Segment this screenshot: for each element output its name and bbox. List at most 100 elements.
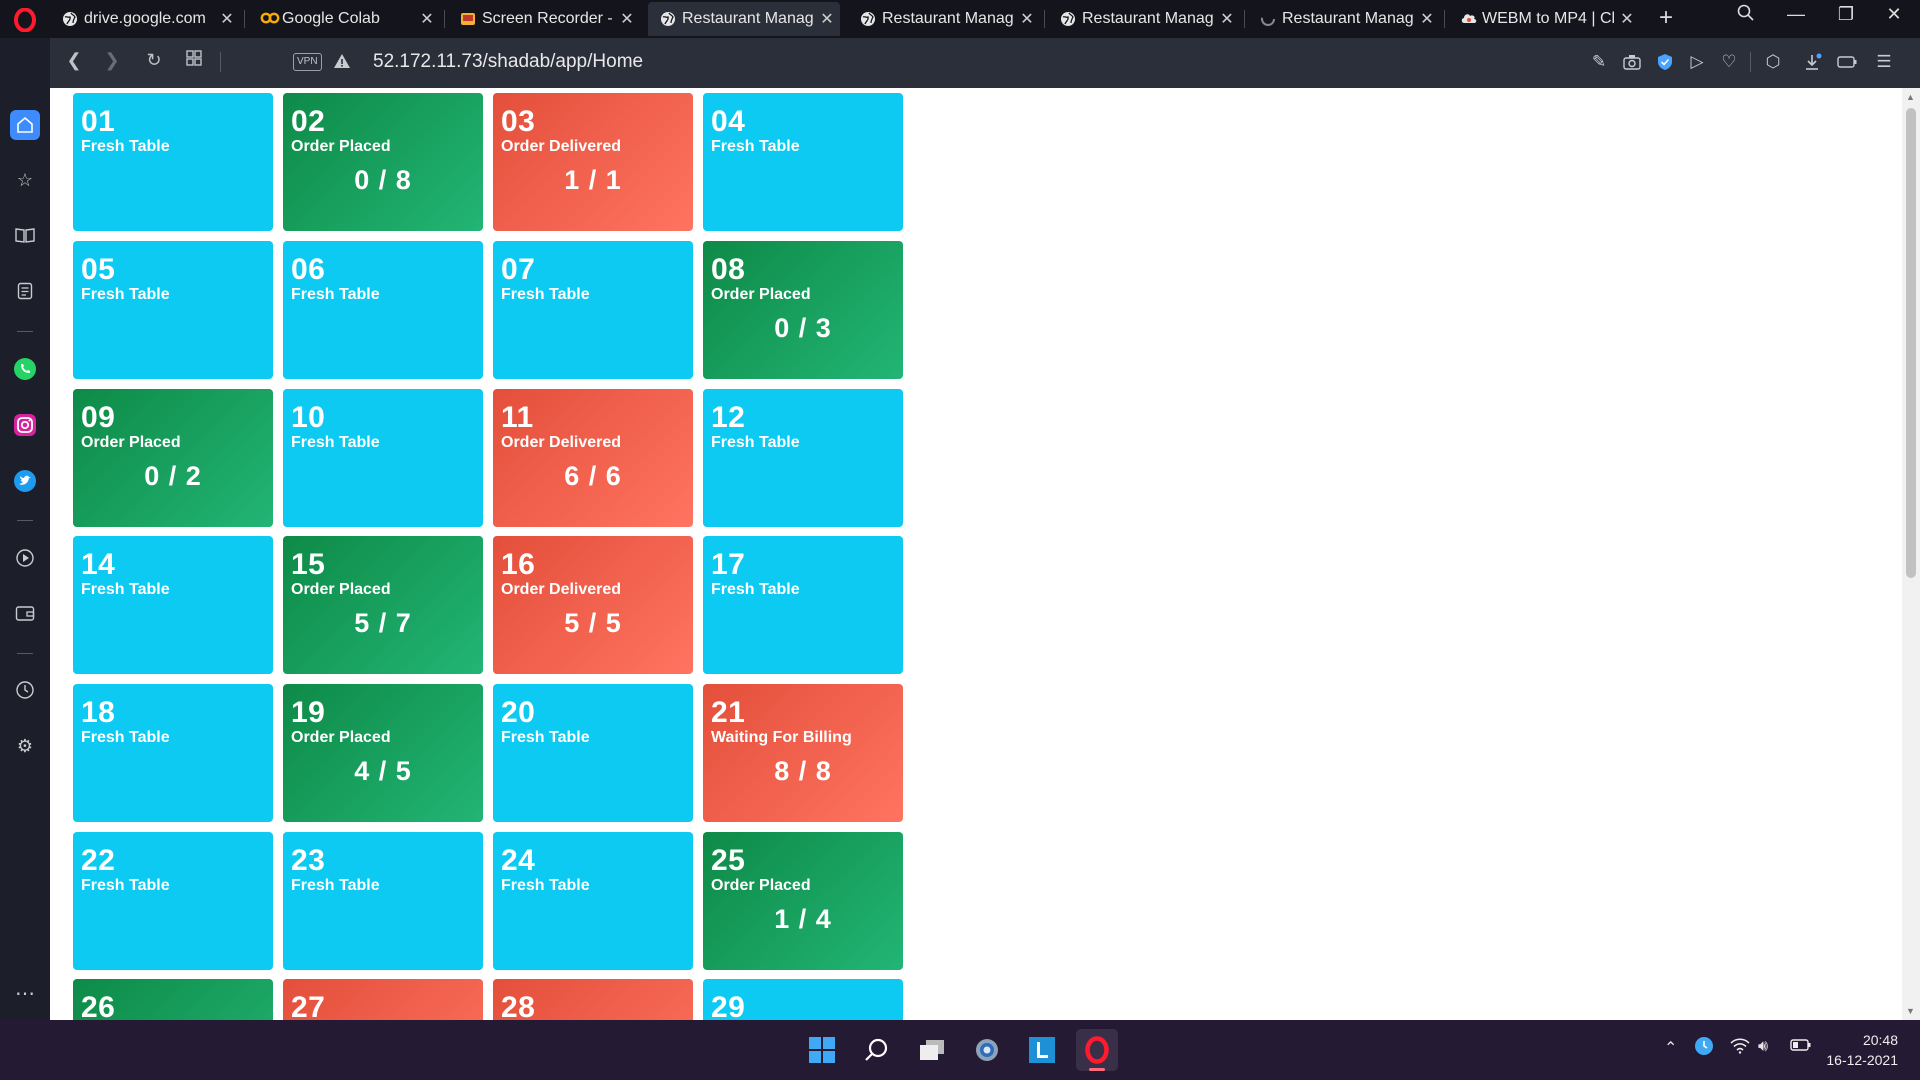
browser-tab[interactable]: Restaurant Manager ✕ (1048, 2, 1240, 36)
player-icon[interactable] (10, 543, 40, 573)
close-tab-icon[interactable]: ✕ (814, 9, 840, 29)
l-app-icon[interactable] (1021, 1029, 1063, 1071)
table-card[interactable]: 07 Fresh Table (493, 241, 693, 379)
table-number: 21 (711, 696, 746, 729)
history-clock-icon[interactable] (10, 675, 40, 705)
task-view-icon[interactable] (911, 1029, 953, 1071)
opera-logo-icon[interactable] (8, 6, 42, 34)
camera-icon[interactable] (1620, 50, 1644, 74)
table-card[interactable]: 17 Fresh Table (703, 536, 903, 674)
browser-tab[interactable]: Restaurant Manager ✕ (848, 2, 1040, 36)
browser-tab[interactable]: Restaurant Manager ✕ (1248, 2, 1440, 36)
table-card[interactable]: 10 Fresh Table (283, 389, 483, 527)
system-clock[interactable]: 20:48 16-12-2021 (1826, 1030, 1898, 1070)
more-options-icon[interactable]: ⋯ (10, 978, 40, 1008)
table-card[interactable]: 09 Order Placed 0 / 2 (73, 389, 273, 527)
browser-tab[interactable]: Google Colab ✕ (248, 2, 440, 36)
minimize-button[interactable]: ― (1776, 4, 1816, 25)
book-icon[interactable] (10, 220, 40, 250)
restore-button[interactable]: ❐ (1826, 4, 1866, 25)
table-card[interactable]: 03 Order Delivered 1 / 1 (493, 93, 693, 231)
table-card[interactable]: 16 Order Delivered 5 / 5 (493, 536, 693, 674)
settings-app-icon[interactable] (966, 1029, 1008, 1071)
table-card[interactable]: 02 Order Placed 0 / 8 (283, 93, 483, 231)
close-tab-icon[interactable]: ✕ (414, 9, 440, 29)
tabs-overview-icon[interactable] (180, 50, 208, 71)
not-secure-warning-icon[interactable] (333, 52, 351, 75)
close-tab-icon[interactable]: ✕ (214, 9, 240, 29)
table-card[interactable]: 28 (493, 979, 693, 1020)
twitter-icon[interactable] (10, 466, 40, 496)
browser-tab[interactable]: WEBM to MP4 | Clo ✕ (1448, 2, 1640, 36)
vpn-badge[interactable]: VPN (293, 53, 322, 71)
browser-tab[interactable]: drive.google.com ✕ (50, 2, 240, 36)
order-count: 0 / 2 (144, 461, 202, 491)
table-card[interactable]: 25 Order Placed 1 / 4 (703, 832, 903, 970)
wifi-icon[interactable] (1730, 1038, 1750, 1059)
table-card[interactable]: 29 (703, 979, 903, 1020)
table-card[interactable]: 19 Order Placed 4 / 5 (283, 684, 483, 822)
search-icon[interactable] (856, 1029, 898, 1071)
order-count: 0 / 8 (354, 165, 412, 195)
wallet-icon[interactable] (10, 598, 40, 628)
home-icon[interactable] (10, 110, 40, 140)
table-card[interactable]: 22 Fresh Table (73, 832, 273, 970)
table-card[interactable]: 23 Fresh Table (283, 832, 483, 970)
table-card[interactable]: 24 Fresh Table (493, 832, 693, 970)
browser-tab[interactable]: Screen Recorder - C✕ (448, 2, 640, 36)
instagram-icon[interactable] (10, 410, 40, 440)
opera-browser-taskbar-icon[interactable] (1076, 1029, 1118, 1071)
settings-gear-icon[interactable]: ⚙ (10, 731, 40, 761)
easy-setup-icon[interactable]: ☰ (1872, 50, 1896, 74)
table-card[interactable]: 21 Waiting For Billing 8 / 8 (703, 684, 903, 822)
table-card[interactable]: 01 Fresh Table (73, 93, 273, 231)
close-tab-icon[interactable]: ✕ (1414, 9, 1440, 29)
battery-icon[interactable] (1790, 1038, 1812, 1057)
star-icon[interactable]: ☆ (10, 165, 40, 195)
close-tab-icon[interactable]: ✕ (1014, 9, 1040, 29)
url-field[interactable]: 52.172.11.73/shadab/app/Home (373, 51, 643, 73)
adblock-shield-icon[interactable] (1653, 50, 1677, 74)
close-tab-icon[interactable]: ✕ (1614, 9, 1640, 29)
table-card[interactable]: 05 Fresh Table (73, 241, 273, 379)
table-card[interactable]: 14 Fresh Table (73, 536, 273, 674)
forward-button[interactable]: ❯ (98, 50, 126, 71)
vertical-scrollbar[interactable]: ▲ ▼ (1902, 88, 1920, 1020)
windows-start-icon[interactable] (801, 1029, 843, 1071)
tray-overflow-chevron-icon[interactable]: ⌃ (1664, 1038, 1677, 1058)
scrollbar-thumb[interactable] (1906, 108, 1916, 578)
close-window-button[interactable]: ✕ (1874, 4, 1914, 25)
back-button[interactable]: ❮ (60, 50, 88, 71)
table-card[interactable]: 15 Order Placed 5 / 7 (283, 536, 483, 674)
heart-icon[interactable]: ♡ (1717, 50, 1741, 74)
clock-app-tray-icon[interactable] (1694, 1036, 1714, 1061)
snapshot-edit-icon[interactable]: ✎ (1587, 50, 1611, 74)
close-tab-icon[interactable]: ✕ (1214, 9, 1240, 29)
order-count: 1 / 4 (774, 904, 832, 934)
table-card[interactable]: 08 Order Placed 0 / 3 (703, 241, 903, 379)
reload-button[interactable]: ↻ (140, 50, 168, 71)
extensions-cube-icon[interactable]: ⬡ (1761, 50, 1785, 74)
table-card[interactable]: 20 Fresh Table (493, 684, 693, 822)
table-card[interactable]: 06 Fresh Table (283, 241, 483, 379)
notes-icon[interactable] (10, 276, 40, 306)
volume-icon[interactable]: 🔊︎ (1758, 1038, 1768, 1056)
new-tab-button[interactable]: + (1652, 4, 1680, 32)
close-tab-icon[interactable]: ✕ (614, 9, 640, 29)
scroll-down-arrow-icon[interactable]: ▼ (1906, 1006, 1915, 1016)
scroll-up-arrow-icon[interactable]: ▲ (1906, 92, 1915, 102)
table-card[interactable]: 04 Fresh Table (703, 93, 903, 231)
search-tabs-icon[interactable] (1726, 4, 1766, 27)
order-count: 8 / 8 (774, 756, 832, 786)
battery-saver-icon[interactable] (1835, 50, 1859, 74)
table-card[interactable]: 11 Order Delivered 6 / 6 (493, 389, 693, 527)
table-card[interactable]: 18 Fresh Table (73, 684, 273, 822)
send-icon[interactable]: ▷ (1685, 50, 1709, 74)
table-card[interactable]: 12 Fresh Table (703, 389, 903, 527)
browser-tab[interactable]: Restaurant Manager ✕ (648, 2, 840, 36)
tab-title: Restaurant Manager (1082, 10, 1214, 27)
whatsapp-icon[interactable] (10, 354, 40, 384)
download-icon[interactable] (1801, 50, 1825, 74)
table-card[interactable]: 27 (283, 979, 483, 1020)
table-card[interactable]: 26 (73, 979, 273, 1020)
